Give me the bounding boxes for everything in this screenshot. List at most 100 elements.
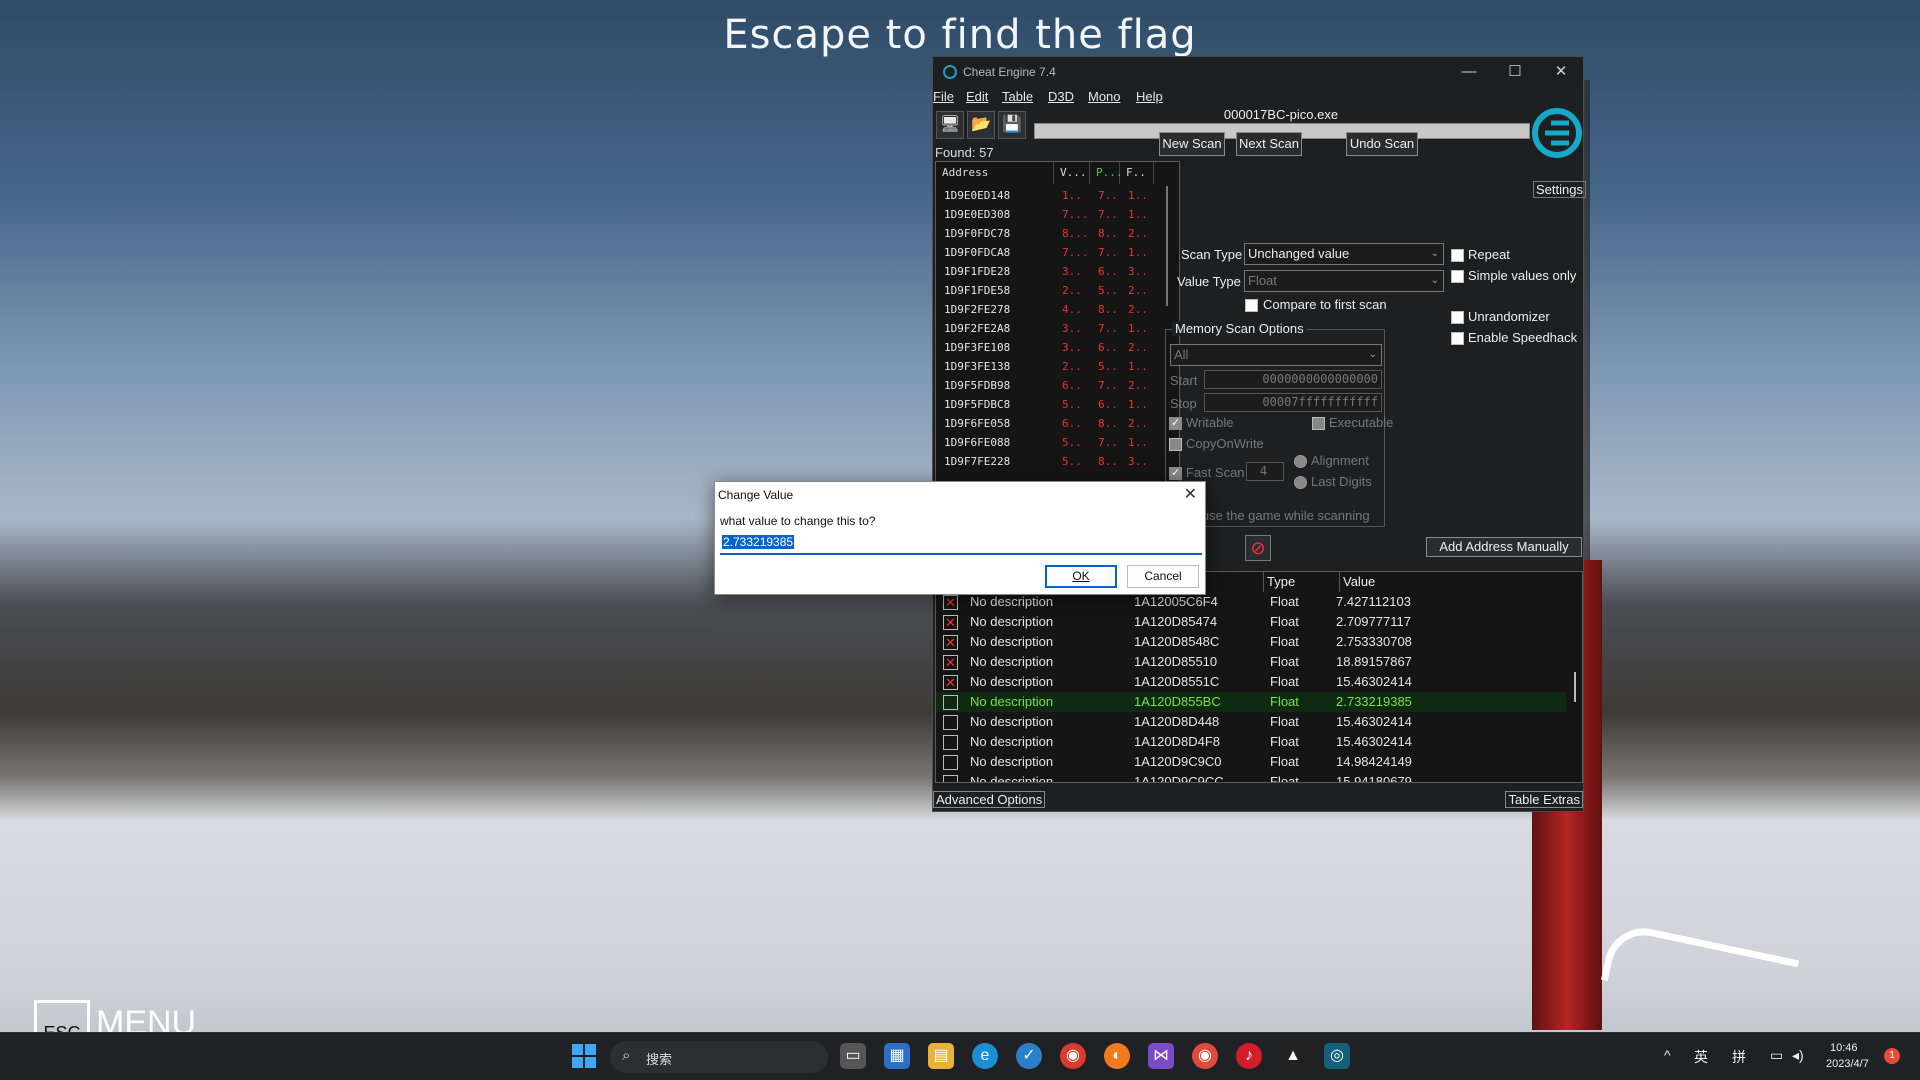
file-explorer-icon[interactable]: ▤	[928, 1043, 954, 1069]
title-bar[interactable]: Cheat Engine 7.4 — ☐ ✕	[933, 57, 1583, 87]
fast-scan-value-field[interactable]: 4	[1246, 462, 1284, 481]
table-row[interactable]: No description 1A120D9C9CC Float 15.9418067…	[936, 772, 1566, 782]
open-process-icon[interactable]: 🖥	[936, 111, 964, 139]
result-row[interactable]: 1D9E0ED308 7... 7.. 1..	[936, 205, 1161, 224]
result-row[interactable]: 1D9F0FDC78 8... 8.. 2..	[936, 224, 1161, 243]
volume-icon[interactable]: ◂)	[1792, 1047, 1804, 1064]
stop-address-field[interactable]: 00007fffffffffff	[1204, 393, 1382, 412]
maximize-icon[interactable]: ☐	[1495, 60, 1535, 84]
new-scan-button[interactable]: New Scan	[1159, 132, 1225, 156]
network-icon[interactable]: ▭	[1770, 1047, 1783, 1064]
table-row[interactable]: ✕ No description 1A120D85474 Float 2.7097771…	[936, 612, 1566, 632]
tray-overflow-icon[interactable]: ^	[1664, 1047, 1671, 1063]
table-row[interactable]: No description 1A120D8D4F8 Float 15.4630241…	[936, 732, 1566, 752]
result-row[interactable]: 1D9F5FDBC8 5.. 6.. 1..	[936, 395, 1161, 414]
result-row[interactable]: 1D9F3FE108 3.. 6.. 2..	[936, 338, 1161, 357]
notification-badge[interactable]: 1	[1884, 1048, 1900, 1064]
menu-d3d[interactable]: D3D	[1048, 89, 1074, 104]
result-row[interactable]: 1D9F5FDB98 6.. 7.. 2..	[936, 376, 1161, 395]
freeze-checkbox-checked[interactable]: ✕	[943, 595, 958, 610]
save-icon[interactable]: 💾	[998, 111, 1026, 139]
menu-file[interactable]: File	[933, 89, 954, 104]
close-icon[interactable]: ✕	[1184, 484, 1197, 504]
edge-icon[interactable]: e	[972, 1043, 998, 1069]
result-row[interactable]: 1D9F3FE138 2.. 5.. 1..	[936, 357, 1161, 376]
column-header-previous[interactable]: P...	[1090, 162, 1123, 184]
speedhack-checkbox[interactable]	[1451, 332, 1464, 345]
alignment-radio[interactable]	[1294, 455, 1307, 468]
ok-button[interactable]: OK	[1045, 565, 1117, 588]
freeze-checkbox-checked[interactable]: ✕	[943, 615, 958, 630]
writable-checkbox[interactable]	[1169, 416, 1182, 430]
fast-scan-checkbox[interactable]	[1169, 466, 1182, 480]
copy-on-write-checkbox[interactable]	[1169, 438, 1182, 451]
freeze-checkbox[interactable]	[943, 715, 958, 730]
menu-mono[interactable]: Mono	[1088, 89, 1121, 104]
chrome-icon[interactable]: ◉	[1060, 1043, 1086, 1069]
start-address-field[interactable]: 0000000000000000	[1204, 370, 1382, 389]
add-address-manually-button[interactable]: Add Address Manually	[1426, 537, 1582, 557]
table-row[interactable]: No description 1A120D8D448 Float 15.4630241…	[936, 712, 1566, 732]
ime-mode[interactable]: 拼	[1732, 1047, 1746, 1067]
column-header-type[interactable]: Type	[1264, 572, 1340, 592]
open-file-icon[interactable]: 📂	[967, 111, 995, 139]
close-icon[interactable]: ✕	[1541, 60, 1581, 84]
menu-edit[interactable]: Edit	[966, 89, 988, 104]
table-row[interactable]: No description 1A120D855BC Float 2.73321938…	[936, 692, 1566, 712]
address-table[interactable]: Type Value ✕ No description 1A12005C6F4 Flo…	[935, 571, 1583, 783]
freeze-checkbox[interactable]	[943, 755, 958, 770]
value-type-select[interactable]: Float ⌄	[1244, 270, 1444, 292]
simple-values-checkbox[interactable]	[1451, 270, 1464, 283]
cheat-engine-logo-icon[interactable]	[1531, 107, 1583, 165]
taskbar-search-box[interactable]: ⌕ 搜索	[610, 1041, 828, 1073]
result-row[interactable]: 1D9E0ED148 1.. 7.. 1..	[936, 186, 1161, 205]
table-extras-button[interactable]: Table Extras	[1505, 791, 1583, 808]
table-scrollbar[interactable]	[1574, 672, 1576, 702]
store-icon[interactable]: ▦	[884, 1043, 910, 1069]
clock-time[interactable]: 10:46	[1830, 1042, 1858, 1054]
visual-studio-icon[interactable]: ⋈	[1148, 1043, 1174, 1069]
chrome-dev-icon[interactable]: ◉	[1192, 1043, 1218, 1069]
result-row[interactable]: 1D9F2FE2A8 3.. 7.. 1..	[936, 319, 1161, 338]
results-scrollbar[interactable]	[1166, 186, 1168, 306]
freeze-checkbox[interactable]	[943, 695, 958, 710]
firefox-icon[interactable]: ◐	[1104, 1043, 1130, 1069]
minimize-icon[interactable]: —	[1449, 60, 1489, 84]
next-scan-button[interactable]: Next Scan	[1236, 132, 1302, 156]
result-row[interactable]: 1D9F0FDCA8 7... 7.. 1..	[936, 243, 1161, 262]
freeze-checkbox-checked[interactable]: ✕	[943, 655, 958, 670]
last-digits-radio[interactable]	[1294, 476, 1307, 489]
table-row[interactable]: ✕ No description 1A120D8548C Float 2.7533307…	[936, 632, 1566, 652]
result-row[interactable]: 1D9F1FDE58 2.. 5.. 2..	[936, 281, 1161, 300]
menu-table[interactable]: Table	[1002, 89, 1033, 104]
table-row[interactable]: No description 1A120D9C9C0 Float 14.9842414…	[936, 752, 1566, 772]
column-header-value[interactable]: Value	[1340, 572, 1580, 592]
column-header-address[interactable]: Address	[936, 162, 1054, 184]
cancel-button[interactable]: Cancel	[1127, 565, 1199, 588]
result-row[interactable]: 1D9F6FE088 5.. 7.. 1..	[936, 433, 1161, 452]
task-view-icon[interactable]: ▭	[840, 1043, 866, 1069]
result-row[interactable]: 1D9F1FDE28 3.. 6.. 3..	[936, 262, 1161, 281]
compare-first-checkbox[interactable]	[1245, 299, 1258, 312]
freeze-checkbox[interactable]	[943, 735, 958, 750]
inkscape-icon[interactable]: ▲	[1280, 1043, 1306, 1069]
column-header-first[interactable]: F..	[1120, 162, 1154, 184]
repeat-checkbox[interactable]	[1451, 249, 1464, 262]
menu-help[interactable]: Help	[1136, 89, 1163, 104]
ime-language[interactable]: 英	[1694, 1047, 1708, 1067]
table-row[interactable]: ✕ No description 1A12005C6F4 Float 7.4271121…	[936, 592, 1566, 612]
vpn-icon[interactable]: ✓	[1016, 1043, 1042, 1069]
new-value-input[interactable]: 2.733219385	[720, 533, 1202, 555]
result-row[interactable]: 1D9F7FE228 5.. 8.. 3..	[936, 452, 1161, 471]
freeze-checkbox-checked[interactable]: ✕	[943, 675, 958, 690]
unrandomizer-checkbox[interactable]	[1451, 311, 1464, 324]
freeze-checkbox-checked[interactable]: ✕	[943, 635, 958, 650]
table-row[interactable]: ✕ No description 1A120D8551C Float 15.463024…	[936, 672, 1566, 692]
start-icon[interactable]	[572, 1044, 596, 1068]
executable-checkbox[interactable]	[1312, 417, 1325, 430]
netease-music-icon[interactable]: ♪	[1236, 1043, 1262, 1069]
memory-region-select[interactable]: All ⌄	[1170, 344, 1382, 366]
freeze-checkbox[interactable]	[943, 775, 958, 782]
column-header-value[interactable]: V...	[1054, 162, 1090, 184]
clock-date[interactable]: 2023/4/7	[1826, 1058, 1869, 1070]
